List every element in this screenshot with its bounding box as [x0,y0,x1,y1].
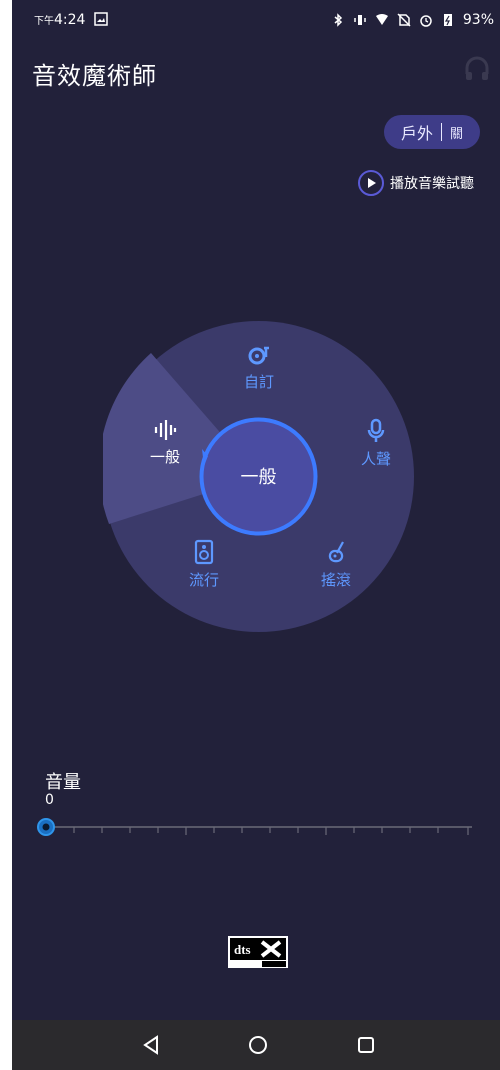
custom-preset-icon [248,346,269,365]
gallery-notification-icon [94,12,108,26]
outdoor-mode-label: 戶外 [400,124,433,143]
svg-text:dts: dts [234,942,251,957]
battery-icon [443,14,452,26]
alarm-icon [420,15,432,27]
guitar-icon [328,541,344,563]
volume-label: 音量 [45,772,81,793]
preset-custom[interactable]: 自訂 [219,343,299,392]
bluetooth-icon [334,13,342,27]
preview-music-button[interactable]: 播放音樂試聽 [358,170,474,196]
custom-preset-label: 自訂 [243,373,274,391]
pop-preset-label: 流行 [188,571,219,589]
rock-preset-label: 搖滾 [320,571,351,589]
volume-slider[interactable] [36,818,476,838]
headphone-icon [465,56,489,80]
normal-preset-label: 一般 [149,448,180,466]
page-title: 音效魔術師 [32,62,157,90]
vibrate-icon [354,15,366,25]
divider [441,123,442,141]
system-navigation-bar [12,1020,500,1070]
recents-icon[interactable] [353,1032,379,1058]
time-value: 4:24 [54,12,86,28]
preset-normal[interactable]: 一般 [125,418,205,467]
vocal-preset-label: 人聲 [360,450,391,468]
outdoor-mode-state: 關 [450,126,464,142]
battery-percent: 93% [462,12,494,28]
preset-pop[interactable]: 流行 [164,539,244,590]
back-icon[interactable] [138,1032,164,1058]
outdoor-mode-toggle[interactable]: 戶外 關 [384,115,480,149]
time-prefix: 下午 [34,16,54,27]
current-preset-label: 一般 [240,467,277,488]
preview-music-label: 播放音樂試聽 [390,176,474,192]
preset-vocal[interactable]: 人聲 [336,418,416,469]
app-screen: 下午4:24 93% 音效魔術師 戶外 關 播放音樂試聽 自訂 人聲 搖滾 流行… [12,0,500,1070]
status-bar: 下午4:24 93% [12,0,500,40]
sound-mode-dial: 自訂 人聲 搖滾 流行 一般 一般 [103,321,414,632]
waveform-icon [154,420,177,440]
play-icon [358,170,384,196]
home-icon[interactable] [245,1032,271,1058]
wifi-icon [375,14,388,25]
dts-x-ultra-logo: dts [228,936,288,968]
volume-track [37,818,472,836]
status-time: 下午4:24 [34,12,108,28]
microphone-icon [367,418,385,442]
volume-value: 0 [45,792,54,808]
preset-rock[interactable]: 搖滾 [296,539,376,590]
status-icons: 93% [331,12,494,28]
no-sim-icon [397,13,411,27]
speaker-icon [194,539,214,565]
